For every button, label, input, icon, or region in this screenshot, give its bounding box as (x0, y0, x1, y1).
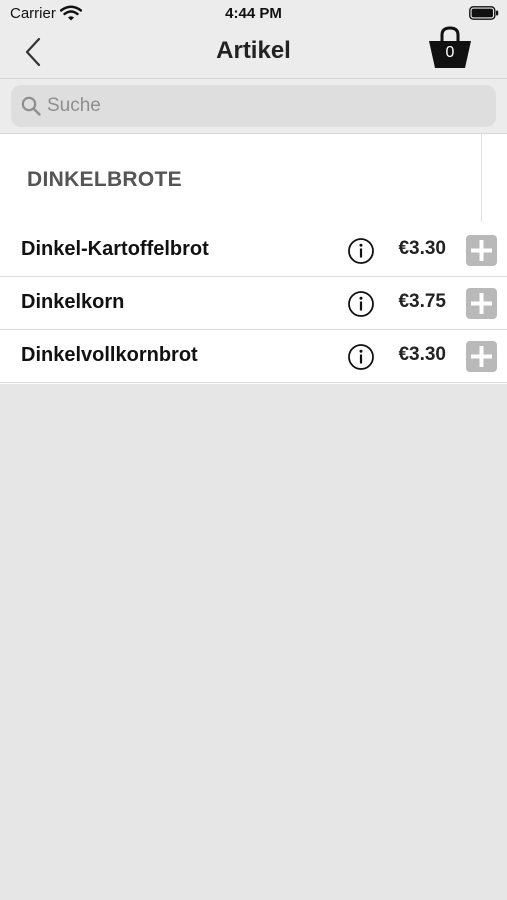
cart-button[interactable]: 0 (427, 26, 473, 72)
plus-icon (471, 240, 492, 261)
list-item[interactable]: Dinkel-Kartoffelbrot €3.30 (0, 224, 507, 277)
section-index-divider (481, 134, 482, 222)
info-icon[interactable] (347, 237, 375, 265)
plus-icon (471, 346, 492, 367)
list-item[interactable]: Dinkelvollkornbrot €3.30 (0, 330, 507, 383)
item-name: Dinkelkorn (21, 291, 125, 313)
row-divider (0, 382, 507, 383)
item-price: €3.30 (398, 238, 446, 259)
section-header: DINKELBROTE (27, 168, 182, 191)
battery-icon (469, 6, 499, 20)
item-name: Dinkel-Kartoffelbrot (21, 238, 209, 260)
empty-area (0, 384, 507, 900)
add-to-cart-button[interactable] (466, 235, 497, 266)
screen: Carrier 4:44 PM Artikel 0 Suche DINKELBR… (0, 0, 507, 900)
item-price: €3.75 (398, 291, 446, 312)
item-name: Dinkelvollkornbrot (21, 344, 198, 366)
plus-icon (471, 293, 492, 314)
add-to-cart-button[interactable] (466, 341, 497, 372)
status-bar: Carrier 4:44 PM (0, 0, 507, 26)
cart-count-badge: 0 (445, 44, 455, 61)
search-icon (21, 96, 41, 116)
add-to-cart-button[interactable] (466, 288, 497, 319)
info-icon[interactable] (347, 290, 375, 318)
search-bar (0, 78, 507, 134)
list-item[interactable]: Dinkelkorn €3.75 (0, 277, 507, 330)
nav-bar: Artikel 0 (0, 26, 507, 78)
search-input[interactable] (47, 85, 487, 127)
status-time: 4:44 PM (225, 5, 282, 22)
search-field[interactable] (11, 85, 496, 127)
item-price: €3.30 (398, 344, 446, 365)
article-list: DINKELBROTE Dinkel-Kartoffelbrot €3.30 D… (0, 134, 507, 384)
info-icon[interactable] (347, 343, 375, 371)
